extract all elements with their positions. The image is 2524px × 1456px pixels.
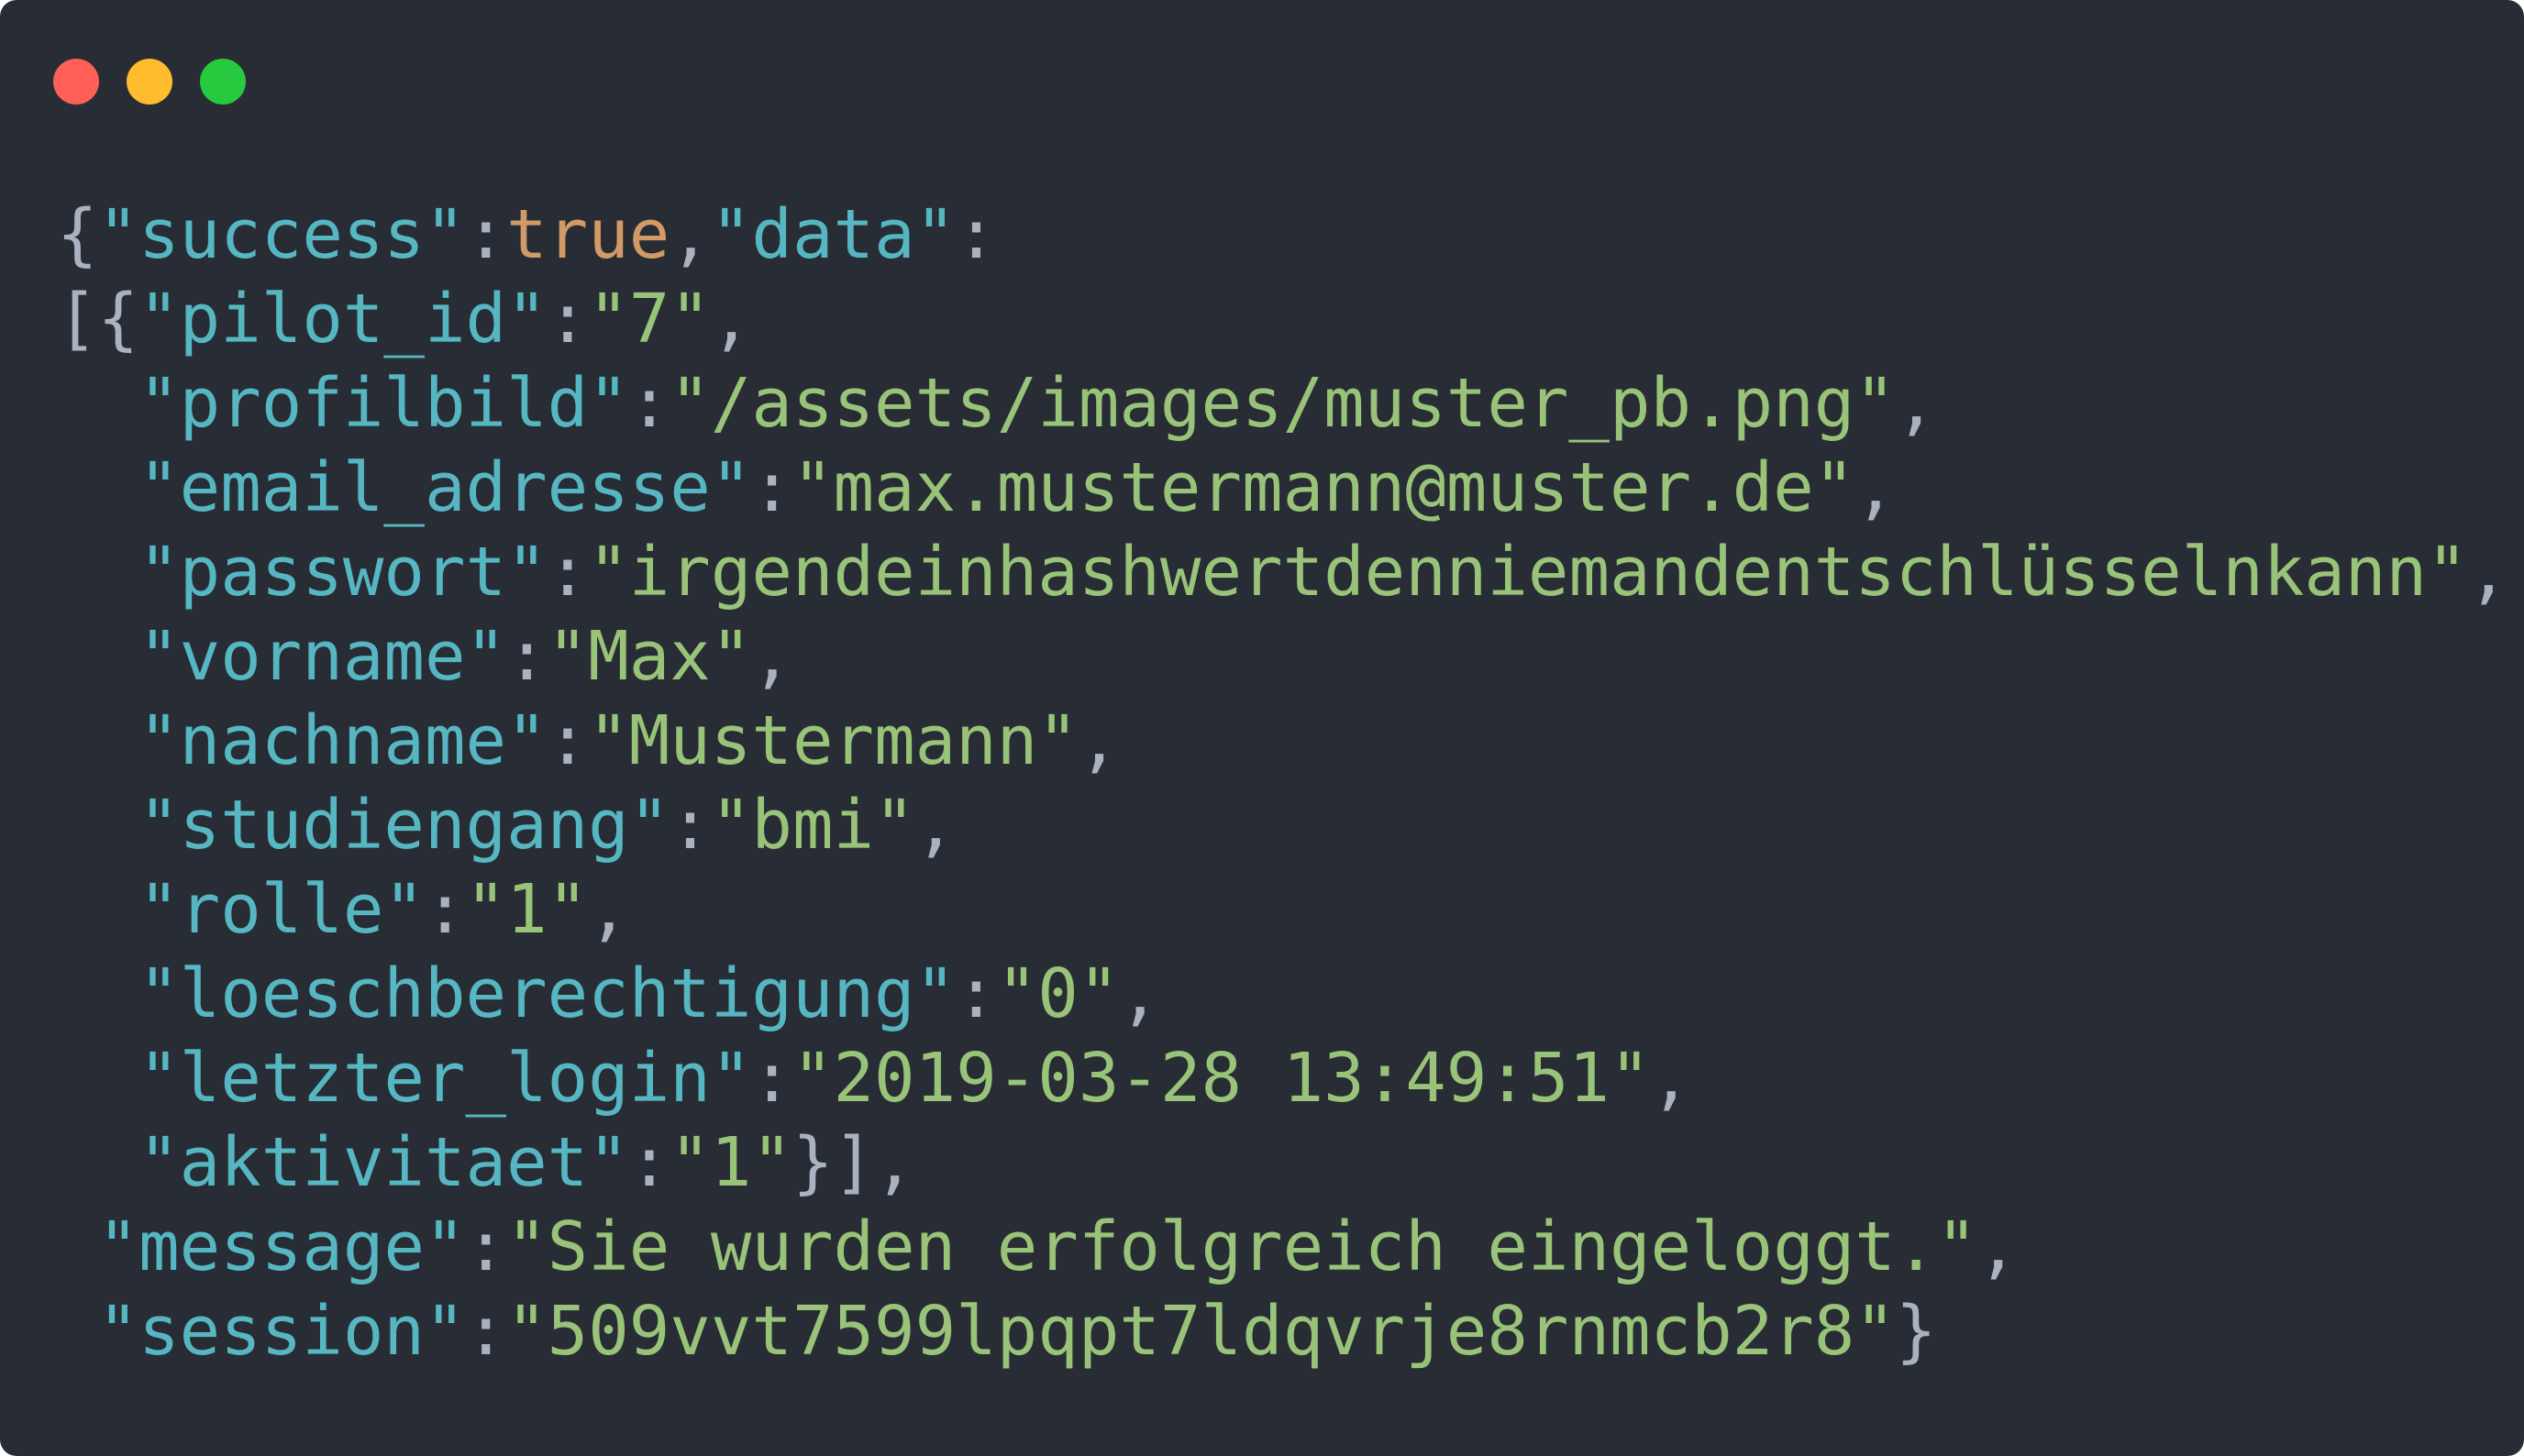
key-token: "rolle" (138, 870, 425, 949)
string-token: "509vvt7599lpqpt7ldqvrje8rnmcb2r8" (506, 1292, 1896, 1371)
key-token: "data" (710, 195, 957, 274)
punctuation-token: , (670, 195, 711, 274)
string-token: "/assets/images/muster_pb.png" (670, 364, 1896, 443)
minimize-button[interactable] (127, 59, 172, 105)
punctuation-token: }], (792, 1123, 915, 1202)
code-line: "aktivitaet":"1"}], (57, 1120, 2508, 1205)
punctuation-token: : (628, 1123, 670, 1202)
code-line: "vorname":"Max", (57, 614, 2508, 699)
punctuation-token: , (751, 617, 792, 696)
close-button[interactable] (53, 59, 99, 105)
punctuation-token: , (1650, 1039, 1692, 1118)
punctuation-token: : (628, 364, 670, 443)
code-line: "profilbild":"/assets/images/muster_pb.p… (57, 361, 2508, 446)
code-line: "passwort":"irgendeinhashwertdenniemande… (57, 530, 2508, 614)
string-token: "1" (465, 870, 589, 949)
code-line: "loeschberechtigung":"0", (57, 952, 2508, 1036)
punctuation-token: , (1854, 448, 1896, 527)
string-token: "Mustermann" (588, 701, 1079, 780)
punctuation-token: : (956, 954, 997, 1033)
code-line: "nachname":"Mustermann", (57, 699, 2508, 783)
string-token: "irgendeinhashwertdenniemandentschlüssel… (588, 533, 2468, 612)
code-line: "message":"Sie wurden erfolgreich eingel… (57, 1205, 2508, 1289)
punctuation-token: [{ (57, 280, 139, 358)
key-token: "aktivitaet" (138, 1123, 629, 1202)
string-token: "0" (996, 954, 1120, 1033)
punctuation-token: : (424, 870, 466, 949)
string-token: "Sie wurden erfolgreich eingeloggt." (506, 1208, 1977, 1286)
string-token: "max.mustermann@muster.de" (792, 448, 1855, 527)
punctuation-token: , (1119, 954, 1160, 1033)
window-controls (53, 59, 246, 105)
string-token: "2019-03-28 13:49:51" (792, 1039, 1651, 1118)
punctuation-token: : (465, 1208, 507, 1286)
punctuation-token: } (1895, 1292, 1937, 1371)
punctuation-token: , (914, 786, 957, 865)
punctuation-token: : (465, 1292, 507, 1371)
punctuation-token: : (956, 195, 997, 274)
punctuation-token: , (1976, 1208, 2019, 1286)
punctuation-token: , (1895, 364, 1937, 443)
code-line: "session":"509vvt7599lpqpt7ldqvrje8rnmcb… (57, 1289, 2508, 1373)
key-token: "nachname" (138, 701, 548, 780)
json-code-block: {"success":true,"data": [{"pilot_id":"7",… (57, 193, 2508, 1373)
key-token: "profilbild" (138, 364, 629, 443)
punctuation-token: : (670, 786, 711, 865)
boolean-token: true (506, 195, 670, 274)
punctuation-token: , (710, 280, 752, 358)
key-token: "loeschberechtigung" (138, 954, 957, 1033)
key-token: "vorname" (138, 617, 507, 696)
punctuation-token: : (547, 701, 589, 780)
punctuation-token: : (506, 617, 548, 696)
key-token: "studiengang" (138, 786, 670, 865)
key-token: "success" (97, 195, 466, 274)
zoom-button[interactable] (200, 59, 246, 105)
punctuation-token: : (751, 1039, 792, 1118)
punctuation-token: , (1078, 701, 1120, 780)
punctuation-token: : (547, 533, 589, 612)
code-line: "email_adresse":"max.mustermann@muster.d… (57, 446, 2508, 530)
code-line: "studiengang":"bmi", (57, 783, 2508, 867)
code-line: [{"pilot_id":"7", (57, 277, 2508, 361)
string-token: "1" (670, 1123, 792, 1202)
string-token: "Max" (547, 617, 752, 696)
punctuation-token: : (751, 448, 792, 527)
punctuation-token: { (57, 195, 98, 274)
punctuation-token: , (588, 870, 629, 949)
key-token: "email_adresse" (138, 448, 752, 527)
key-token: "passwort" (138, 533, 548, 612)
string-token: "bmi" (710, 786, 915, 865)
string-token: "7" (588, 280, 711, 358)
code-line: {"success":true,"data": (57, 193, 2508, 277)
punctuation-token: : (465, 195, 507, 274)
code-window: {"success":true,"data": [{"pilot_id":"7",… (0, 0, 2524, 1456)
code-line: "rolle":"1", (57, 867, 2508, 952)
key-token: "pilot_id" (138, 280, 548, 358)
code-line: "letzter_login":"2019-03-28 13:49:51", (57, 1036, 2508, 1120)
key-token: "letzter_login" (138, 1039, 752, 1118)
key-token: "message" (97, 1208, 466, 1286)
key-token: "session" (97, 1292, 466, 1371)
punctuation-token: , (2467, 533, 2509, 612)
punctuation-token: : (547, 280, 589, 358)
